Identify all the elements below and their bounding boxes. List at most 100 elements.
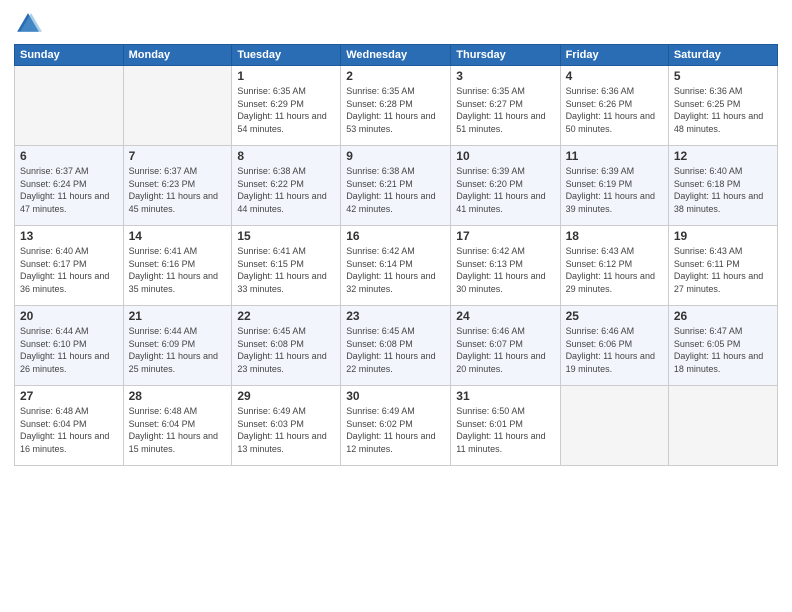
day-info: Sunrise: 6:35 AM Sunset: 6:27 PM Dayligh… [456, 85, 554, 135]
day-number: 8 [237, 149, 335, 163]
calendar-cell: 17 Sunrise: 6:42 AM Sunset: 6:13 PM Dayli… [451, 226, 560, 306]
page: SundayMondayTuesdayWednesdayThursdayFrid… [0, 0, 792, 612]
day-number: 22 [237, 309, 335, 323]
day-info: Sunrise: 6:46 AM Sunset: 6:07 PM Dayligh… [456, 325, 554, 375]
day-number: 23 [346, 309, 445, 323]
day-number: 13 [20, 229, 118, 243]
day-info: Sunrise: 6:36 AM Sunset: 6:26 PM Dayligh… [566, 85, 663, 135]
calendar-cell [668, 386, 777, 466]
day-info: Sunrise: 6:39 AM Sunset: 6:20 PM Dayligh… [456, 165, 554, 215]
day-number: 5 [674, 69, 772, 83]
calendar-cell: 15 Sunrise: 6:41 AM Sunset: 6:15 PM Dayli… [232, 226, 341, 306]
calendar-cell: 26 Sunrise: 6:47 AM Sunset: 6:05 PM Dayli… [668, 306, 777, 386]
calendar-table: SundayMondayTuesdayWednesdayThursdayFrid… [14, 44, 778, 466]
day-info: Sunrise: 6:49 AM Sunset: 6:03 PM Dayligh… [237, 405, 335, 455]
day-info: Sunrise: 6:40 AM Sunset: 6:18 PM Dayligh… [674, 165, 772, 215]
day-number: 1 [237, 69, 335, 83]
day-info: Sunrise: 6:42 AM Sunset: 6:13 PM Dayligh… [456, 245, 554, 295]
day-number: 30 [346, 389, 445, 403]
calendar-cell [15, 66, 124, 146]
calendar-week-row: 20 Sunrise: 6:44 AM Sunset: 6:10 PM Dayli… [15, 306, 778, 386]
calendar-cell: 20 Sunrise: 6:44 AM Sunset: 6:10 PM Dayli… [15, 306, 124, 386]
day-info: Sunrise: 6:48 AM Sunset: 6:04 PM Dayligh… [20, 405, 118, 455]
day-header-saturday: Saturday [668, 45, 777, 66]
day-header-monday: Monday [123, 45, 232, 66]
day-number: 21 [129, 309, 227, 323]
calendar-cell: 25 Sunrise: 6:46 AM Sunset: 6:06 PM Dayli… [560, 306, 668, 386]
calendar-header-row: SundayMondayTuesdayWednesdayThursdayFrid… [15, 45, 778, 66]
day-info: Sunrise: 6:47 AM Sunset: 6:05 PM Dayligh… [674, 325, 772, 375]
calendar-cell: 11 Sunrise: 6:39 AM Sunset: 6:19 PM Dayli… [560, 146, 668, 226]
calendar-cell: 14Sunrise: 6:41 AM Sunset: 6:16 PM Dayli… [123, 226, 232, 306]
day-info: Sunrise: 6:45 AM Sunset: 6:08 PM Dayligh… [237, 325, 335, 375]
day-number: 19 [674, 229, 772, 243]
day-number: 6 [20, 149, 118, 163]
header [14, 10, 778, 38]
calendar-cell: 2 Sunrise: 6:35 AM Sunset: 6:28 PM Daylig… [341, 66, 451, 146]
day-info: Sunrise: 6:39 AM Sunset: 6:19 PM Dayligh… [566, 165, 663, 215]
day-number: 28 [129, 389, 227, 403]
calendar-cell: 19 Sunrise: 6:43 AM Sunset: 6:11 PM Dayli… [668, 226, 777, 306]
day-number: 2 [346, 69, 445, 83]
day-info: Sunrise: 6:44 AM Sunset: 6:09 PM Dayligh… [129, 325, 227, 375]
calendar-cell: 8 Sunrise: 6:38 AM Sunset: 6:22 PM Daylig… [232, 146, 341, 226]
day-number: 26 [674, 309, 772, 323]
day-info: Sunrise: 6:38 AM Sunset: 6:21 PM Dayligh… [346, 165, 445, 215]
day-number: 16 [346, 229, 445, 243]
day-number: 25 [566, 309, 663, 323]
day-info: Sunrise: 6:37 AM Sunset: 6:24 PM Dayligh… [20, 165, 118, 215]
calendar-week-row: 1 Sunrise: 6:35 AM Sunset: 6:29 PM Daylig… [15, 66, 778, 146]
day-info: Sunrise: 6:46 AM Sunset: 6:06 PM Dayligh… [566, 325, 663, 375]
day-info: Sunrise: 6:45 AM Sunset: 6:08 PM Dayligh… [346, 325, 445, 375]
calendar-cell: 4Sunrise: 6:36 AM Sunset: 6:26 PM Daylig… [560, 66, 668, 146]
day-info: Sunrise: 6:49 AM Sunset: 6:02 PM Dayligh… [346, 405, 445, 455]
calendar-cell: 13 Sunrise: 6:40 AM Sunset: 6:17 PM Dayli… [15, 226, 124, 306]
day-header-sunday: Sunday [15, 45, 124, 66]
calendar-cell: 12Sunrise: 6:40 AM Sunset: 6:18 PM Dayli… [668, 146, 777, 226]
day-info: Sunrise: 6:41 AM Sunset: 6:15 PM Dayligh… [237, 245, 335, 295]
logo [14, 10, 46, 38]
day-info: Sunrise: 6:37 AM Sunset: 6:23 PM Dayligh… [129, 165, 227, 215]
calendar-cell: 28 Sunrise: 6:48 AM Sunset: 6:04 PM Dayli… [123, 386, 232, 466]
calendar-cell: 30 Sunrise: 6:49 AM Sunset: 6:02 PM Dayli… [341, 386, 451, 466]
day-number: 29 [237, 389, 335, 403]
day-info: Sunrise: 6:38 AM Sunset: 6:22 PM Dayligh… [237, 165, 335, 215]
day-number: 3 [456, 69, 554, 83]
day-number: 7 [129, 149, 227, 163]
calendar-cell: 22 Sunrise: 6:45 AM Sunset: 6:08 PM Dayli… [232, 306, 341, 386]
calendar-cell: 18 Sunrise: 6:43 AM Sunset: 6:12 PM Dayli… [560, 226, 668, 306]
day-number: 18 [566, 229, 663, 243]
calendar-cell: 9 Sunrise: 6:38 AM Sunset: 6:21 PM Daylig… [341, 146, 451, 226]
calendar-cell: 3 Sunrise: 6:35 AM Sunset: 6:27 PM Daylig… [451, 66, 560, 146]
day-info: Sunrise: 6:43 AM Sunset: 6:12 PM Dayligh… [566, 245, 663, 295]
day-info: Sunrise: 6:50 AM Sunset: 6:01 PM Dayligh… [456, 405, 554, 455]
day-number: 9 [346, 149, 445, 163]
calendar-cell: 6 Sunrise: 6:37 AM Sunset: 6:24 PM Daylig… [15, 146, 124, 226]
calendar-cell: 1 Sunrise: 6:35 AM Sunset: 6:29 PM Daylig… [232, 66, 341, 146]
logo-icon [14, 10, 42, 38]
day-number: 27 [20, 389, 118, 403]
day-number: 10 [456, 149, 554, 163]
day-info: Sunrise: 6:44 AM Sunset: 6:10 PM Dayligh… [20, 325, 118, 375]
day-number: 24 [456, 309, 554, 323]
calendar-week-row: 27 Sunrise: 6:48 AM Sunset: 6:04 PM Dayli… [15, 386, 778, 466]
day-number: 11 [566, 149, 663, 163]
day-info: Sunrise: 6:48 AM Sunset: 6:04 PM Dayligh… [129, 405, 227, 455]
day-header-thursday: Thursday [451, 45, 560, 66]
day-number: 20 [20, 309, 118, 323]
calendar-cell [123, 66, 232, 146]
calendar-cell: 7 Sunrise: 6:37 AM Sunset: 6:23 PM Daylig… [123, 146, 232, 226]
day-info: Sunrise: 6:36 AM Sunset: 6:25 PM Dayligh… [674, 85, 772, 135]
day-header-friday: Friday [560, 45, 668, 66]
day-info: Sunrise: 6:35 AM Sunset: 6:28 PM Dayligh… [346, 85, 445, 135]
day-header-tuesday: Tuesday [232, 45, 341, 66]
calendar-cell: 23 Sunrise: 6:45 AM Sunset: 6:08 PM Dayli… [341, 306, 451, 386]
day-info: Sunrise: 6:40 AM Sunset: 6:17 PM Dayligh… [20, 245, 118, 295]
day-info: Sunrise: 6:35 AM Sunset: 6:29 PM Dayligh… [237, 85, 335, 135]
calendar-week-row: 13 Sunrise: 6:40 AM Sunset: 6:17 PM Dayli… [15, 226, 778, 306]
day-info: Sunrise: 6:43 AM Sunset: 6:11 PM Dayligh… [674, 245, 772, 295]
day-number: 17 [456, 229, 554, 243]
day-number: 15 [237, 229, 335, 243]
day-header-wednesday: Wednesday [341, 45, 451, 66]
calendar-cell: 31Sunrise: 6:50 AM Sunset: 6:01 PM Dayli… [451, 386, 560, 466]
